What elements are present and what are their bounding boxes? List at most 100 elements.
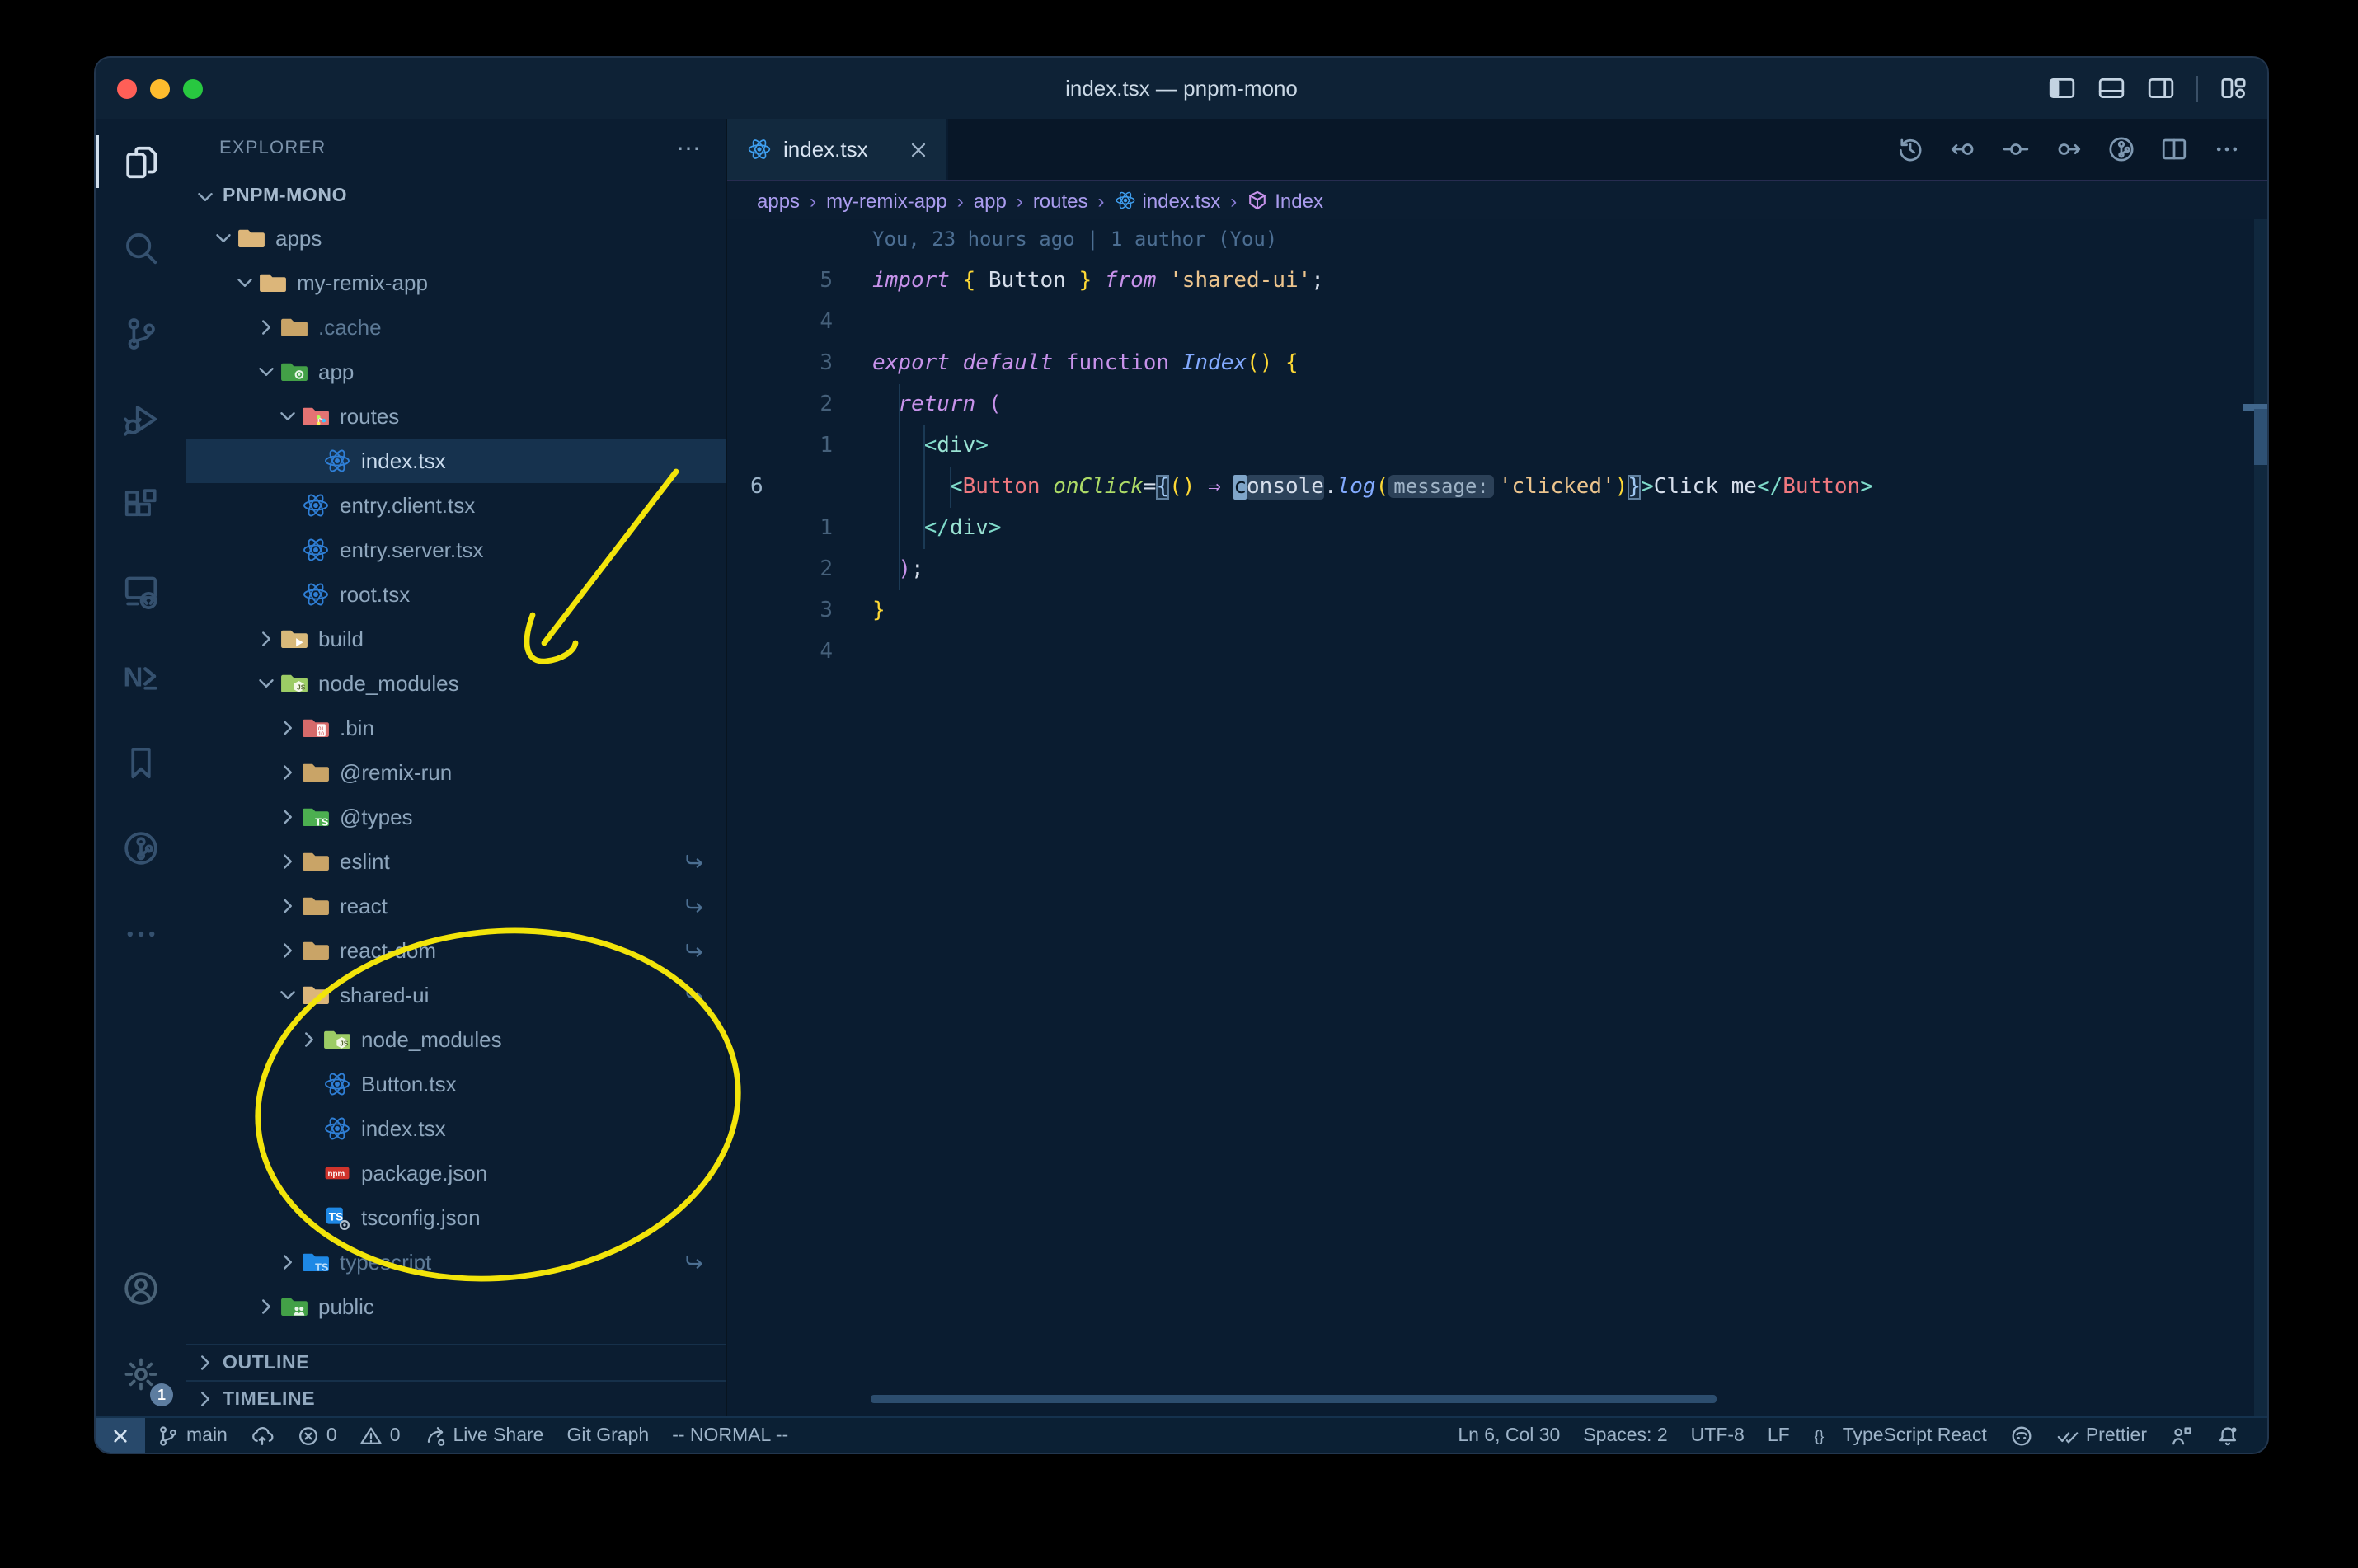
activity-extensions[interactable] <box>96 462 186 547</box>
tree-item--remix-run[interactable]: @remix-run <box>186 750 726 795</box>
code-token: div <box>949 516 989 541</box>
tree-item-button-tsx[interactable]: Button.tsx <box>186 1062 726 1106</box>
line-number: 2 <box>820 557 833 582</box>
tab-index-tsx[interactable]: index.tsx <box>727 119 948 180</box>
code-token: ) <box>898 557 911 582</box>
breadcrumb-item-apps[interactable]: apps <box>757 189 800 212</box>
vertical-scrollbar[interactable] <box>2254 409 2267 465</box>
split-editor-icon[interactable] <box>2160 135 2188 163</box>
status-vim-mode[interactable]: -- NORMAL -- <box>660 1418 800 1453</box>
status-indentation[interactable]: Spaces: 2 <box>1571 1418 1679 1453</box>
activity-run-debug[interactable] <box>96 376 186 462</box>
tree-item-index-tsx[interactable]: index.tsx <box>186 1106 726 1151</box>
history-icon[interactable] <box>1896 135 1924 163</box>
workspace-section-header[interactable]: PNPM-MONO <box>186 176 726 216</box>
tree-item-eslint[interactable]: eslint <box>186 839 726 884</box>
more-actions-icon[interactable] <box>2213 135 2241 163</box>
breadcrumb-item-my-remix-app[interactable]: my-remix-app <box>826 189 947 212</box>
breadcrumb-item-index-tsx[interactable]: index.tsx <box>1115 189 1220 212</box>
status-eol[interactable]: LF <box>1756 1418 1801 1453</box>
breadcrumb-label: my-remix-app <box>826 189 947 212</box>
close-window-button[interactable] <box>117 78 137 98</box>
live-share-icon <box>424 1424 447 1447</box>
tree-item-entry-server-tsx[interactable]: entry.server.tsx <box>186 528 726 572</box>
tree-item-package-json[interactable]: npm package.json <box>186 1151 726 1195</box>
status-warnings[interactable]: 0 <box>349 1418 412 1453</box>
status-feedback[interactable] <box>2158 1418 2205 1453</box>
tree-item-node-modules[interactable]: JS node_modules <box>186 661 726 706</box>
activity-gitlens[interactable] <box>96 805 186 890</box>
tree-item-routes[interactable]: routes <box>186 394 726 439</box>
status-notifications[interactable] <box>2205 1418 2251 1453</box>
breadcrumb-item-app[interactable]: app <box>974 189 1007 212</box>
zoom-window-button[interactable] <box>183 78 203 98</box>
status-remote[interactable] <box>96 1418 145 1453</box>
section-timeline[interactable]: TIMELINE <box>186 1380 726 1416</box>
tree-item-public[interactable]: public <box>186 1284 726 1329</box>
activity-nx-console[interactable]: N <box>96 633 186 719</box>
tree-item-node-modules[interactable]: JS node_modules <box>186 1017 726 1062</box>
commit-icon[interactable] <box>2002 135 2030 163</box>
status-copilot[interactable] <box>1999 1418 2045 1453</box>
gitlens-icon[interactable] <box>2107 135 2135 163</box>
activity-bookmarks[interactable] <box>96 719 186 805</box>
close-tab-icon[interactable] <box>907 138 930 161</box>
breadcrumb-item-index[interactable]: Index <box>1247 189 1323 212</box>
tree-item-entry-client-tsx[interactable]: entry.client.tsx <box>186 483 726 528</box>
tree-item-root-tsx[interactable]: root.tsx <box>186 572 726 617</box>
layout-sidebar-right-icon[interactable] <box>2147 74 2175 102</box>
tree-item-react-dom[interactable]: react-dom <box>186 928 726 973</box>
code-token: > <box>1860 475 1873 500</box>
sidebar-footer: OUTLINE TIMELINE <box>186 1344 726 1416</box>
tree-item-typescript[interactable]: TS typescript <box>186 1240 726 1284</box>
tree-item-react[interactable]: react <box>186 884 726 928</box>
compare-previous-icon[interactable] <box>1949 135 1977 163</box>
tree-item-tsconfig-json[interactable]: TS tsconfig.json <box>186 1195 726 1240</box>
status-live-share[interactable]: Live Share <box>412 1418 556 1453</box>
customize-layout-icon[interactable] <box>2219 74 2248 102</box>
activity-search[interactable] <box>96 204 186 290</box>
tree-item-label: routes <box>340 404 400 429</box>
compare-next-icon[interactable] <box>2055 135 2083 163</box>
explorer-more-actions-icon[interactable]: ⋯ <box>676 133 702 162</box>
tree-item--bin[interactable]: 01 10 .bin <box>186 706 726 750</box>
activity-accounts[interactable] <box>96 1245 186 1331</box>
section-outline[interactable]: OUTLINE <box>186 1344 726 1380</box>
status-git-graph[interactable]: Git Graph <box>555 1418 660 1453</box>
breadcrumb-item-routes[interactable]: routes <box>1033 189 1088 212</box>
tree-item-apps[interactable]: apps <box>186 216 726 261</box>
status-language-mode[interactable]: {} TypeScript React <box>1801 1418 1999 1453</box>
activity-remote-explorer[interactable] <box>96 547 186 633</box>
status-cursor-position[interactable]: Ln 6, Col 30 <box>1446 1418 1571 1453</box>
minimize-window-button[interactable] <box>150 78 170 98</box>
code-token: > <box>1641 475 1654 500</box>
layout-sidebar-left-icon[interactable] <box>2048 74 2076 102</box>
tree-item-build[interactable]: build <box>186 617 726 661</box>
symlink-icon <box>683 894 706 918</box>
status-label: -- NORMAL -- <box>672 1425 789 1445</box>
layout-panel-icon[interactable] <box>2097 74 2125 102</box>
tree-item-shared-ui[interactable]: shared-ui <box>186 973 726 1017</box>
tree-item-my-remix-app[interactable]: my-remix-app <box>186 261 726 305</box>
status-publish[interactable] <box>239 1418 285 1453</box>
chevron-down-icon <box>275 404 302 429</box>
code-editor[interactable]: You, 23 hours ago | 1 author (You) 5 impor… <box>727 219 2267 1416</box>
breadcrumb-separator: › <box>810 189 817 212</box>
status-label: Live Share <box>453 1425 544 1445</box>
activity-settings[interactable]: 1 <box>96 1331 186 1416</box>
activity-explorer[interactable] <box>96 119 186 204</box>
activity-source-control[interactable] <box>96 290 186 376</box>
status-errors[interactable]: 0 <box>285 1418 349 1453</box>
activity-more[interactable] <box>96 890 186 976</box>
copilot-icon <box>2010 1424 2033 1447</box>
status-branch[interactable]: main <box>145 1418 239 1453</box>
status-formatter[interactable]: Prettier <box>2045 1418 2158 1453</box>
horizontal-scrollbar[interactable] <box>871 1395 1717 1403</box>
tree-item--types[interactable]: TS @types <box>186 795 726 839</box>
tree-item-index-tsx[interactable]: index.tsx <box>186 439 726 483</box>
status-encoding[interactable]: UTF-8 <box>1679 1418 1756 1453</box>
tree-item-app[interactable]: app <box>186 350 726 394</box>
tree-item--cache[interactable]: .cache <box>186 305 726 350</box>
